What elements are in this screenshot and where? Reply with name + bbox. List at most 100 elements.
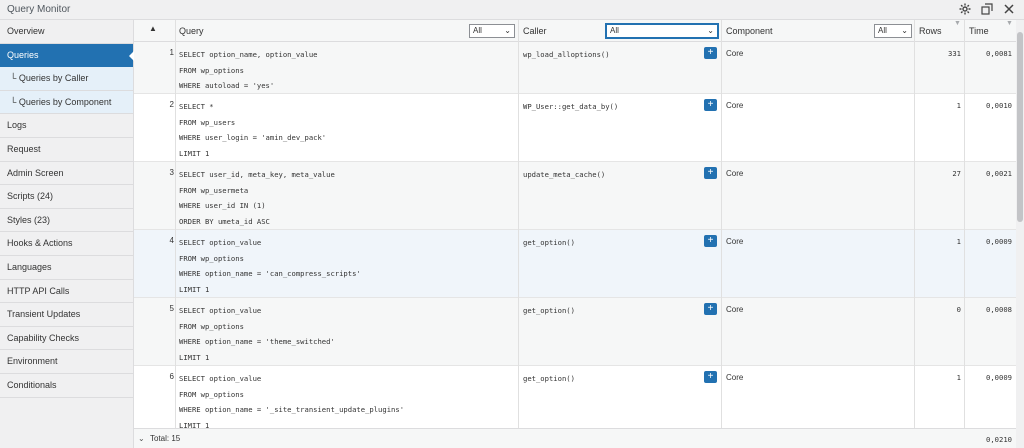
row-number: 3 [169,168,174,177]
total-count: Total: 15 [150,434,181,443]
component-filter-value: All [878,26,887,35]
sidebar-item[interactable]: Environment [0,350,133,374]
caller-function: WP_User::get_data_by() [523,102,619,111]
vertical-scrollbar[interactable] [1016,20,1024,448]
query-time: 0,0021 [986,169,1012,178]
sidebar-item[interactable]: Overview [0,20,133,44]
rows-count: 1 [956,237,961,246]
row-number: 2 [169,100,174,109]
caller-function: update_meta_cache() [523,170,606,179]
sql-query: SELECT option_value FROM wp_options WHER… [179,306,335,362]
component-name: Core [726,237,744,246]
queries-table-body: 1 SELECT option_name, option_value FROM w… [134,42,1016,428]
column-divider [518,20,519,428]
query-time: 0,0008 [986,305,1012,314]
expand-stack-button[interactable]: + [704,47,717,59]
title-bar-icons [958,2,1016,16]
expand-stack-button[interactable]: + [704,303,717,315]
sidebar-item[interactable]: Languages [0,256,133,280]
sidebar-item[interactable]: Conditionals [0,374,133,398]
sidebar-item[interactable]: Transient Updates [0,303,133,327]
table-row: 2 SELECT * FROM wp_users WHERE user_login… [134,94,1016,162]
time-column-header[interactable]: Time [969,20,989,42]
query-time: 0,0081 [986,49,1012,58]
sort-ascending-icon[interactable]: ▲ [149,24,157,33]
caller-column-header: Caller [523,26,547,36]
component-name: Core [726,305,744,314]
caller-function: get_option() [523,374,575,383]
sql-query: SELECT option_value FROM wp_options WHER… [179,238,361,294]
caller-function: wp_load_alloptions() [523,50,610,59]
caller-filter-select[interactable]: All ⌄ [606,24,718,38]
sql-query: SELECT option_name, option_value FROM wp… [179,50,318,91]
component-filter-select[interactable]: All ⌄ [874,24,912,38]
scrollbar-thumb[interactable] [1017,32,1023,222]
row-number: 4 [169,236,174,245]
sidebar-item[interactable]: Styles (23) [0,209,133,233]
sidebar-item[interactable]: HTTP API Calls [0,280,133,304]
rows-column-header[interactable]: Rows [919,20,942,42]
rows-count: 1 [956,101,961,110]
sidebar-item[interactable]: Queries [0,43,134,68]
table-header: ▲ Query All ⌄ Caller All ⌄ Component All… [134,20,1016,42]
table-footer: ⌄ Total: 15 0,0210 [134,428,1016,448]
title-bar: Query Monitor [0,0,1024,20]
table-row: 1 SELECT option_name, option_value FROM w… [134,42,1016,94]
caller-function: get_option() [523,238,575,247]
gear-icon[interactable] [958,2,972,16]
chevron-down-icon: ⌄ [707,26,714,35]
sidebar-item[interactable]: └ Queries by Caller [0,67,133,91]
queries-panel: ▲ Query All ⌄ Caller All ⌄ Component All… [134,20,1024,448]
column-divider [964,20,965,428]
component-column-header: Component [726,26,773,36]
sidebar-item[interactable]: Scripts (24) [0,185,133,209]
sidebar-item[interactable]: Admin Screen [0,162,133,186]
expand-stack-button[interactable]: + [704,235,717,247]
chevron-down-icon: ⌄ [504,26,511,35]
table-row: 4 SELECT option_value FROM wp_options WHE… [134,230,1016,298]
caller-filter-value: All [610,26,619,35]
rows-sort-icon[interactable]: ▼ [954,20,961,27]
sidebar-nav: Overview Queries └ Queries by Caller └ Quer… [0,20,134,448]
panel-title: Query Monitor [7,4,71,15]
column-divider [914,20,915,428]
table-row: 3 SELECT user_id, meta_key, meta_value FR… [134,162,1016,230]
query-filter-select[interactable]: All ⌄ [469,24,515,38]
sidebar-item[interactable]: Hooks & Actions [0,232,133,256]
query-filter-value: All [473,26,482,35]
expand-stack-button[interactable]: + [704,167,717,179]
row-number: 1 [169,48,174,57]
time-sort-icon[interactable]: ▼ [1006,20,1013,27]
rows-count: 1 [956,373,961,382]
close-icon[interactable] [1002,2,1016,16]
component-name: Core [726,169,744,178]
component-name: Core [726,373,744,382]
component-name: Core [726,101,744,110]
row-number: 6 [169,372,174,381]
query-time: 0,0009 [986,237,1012,246]
query-time: 0,0009 [986,373,1012,382]
rows-count: 0 [956,305,961,314]
popout-icon[interactable] [980,2,994,16]
component-name: Core [726,49,744,58]
sidebar-item[interactable]: Request [0,138,133,162]
expand-stack-button[interactable]: + [704,99,717,111]
rows-count: 27 [952,169,961,178]
query-column-header: Query [179,26,204,36]
sql-query: SELECT user_id, meta_key, meta_value FRO… [179,170,335,226]
sidebar-item[interactable]: Capability Checks [0,327,133,351]
sql-query: SELECT * FROM wp_users WHERE user_login … [179,102,327,158]
table-row: 5 SELECT option_value FROM wp_options WHE… [134,298,1016,366]
sidebar-item[interactable]: └ Queries by Component [0,90,133,115]
sidebar-item[interactable]: Logs [0,114,133,138]
column-divider [721,20,722,428]
expand-stack-button[interactable]: + [704,371,717,383]
table-row: 6 SELECT option_value FROM wp_options WHE… [134,366,1016,428]
total-time: 0,0210 [986,435,1012,444]
sort-descending-icon: ⌄ [138,434,145,443]
query-time: 0,0010 [986,101,1012,110]
row-number: 5 [169,304,174,313]
caller-function: get_option() [523,306,575,315]
column-divider [175,20,176,428]
chevron-down-icon: ⌄ [901,26,908,35]
